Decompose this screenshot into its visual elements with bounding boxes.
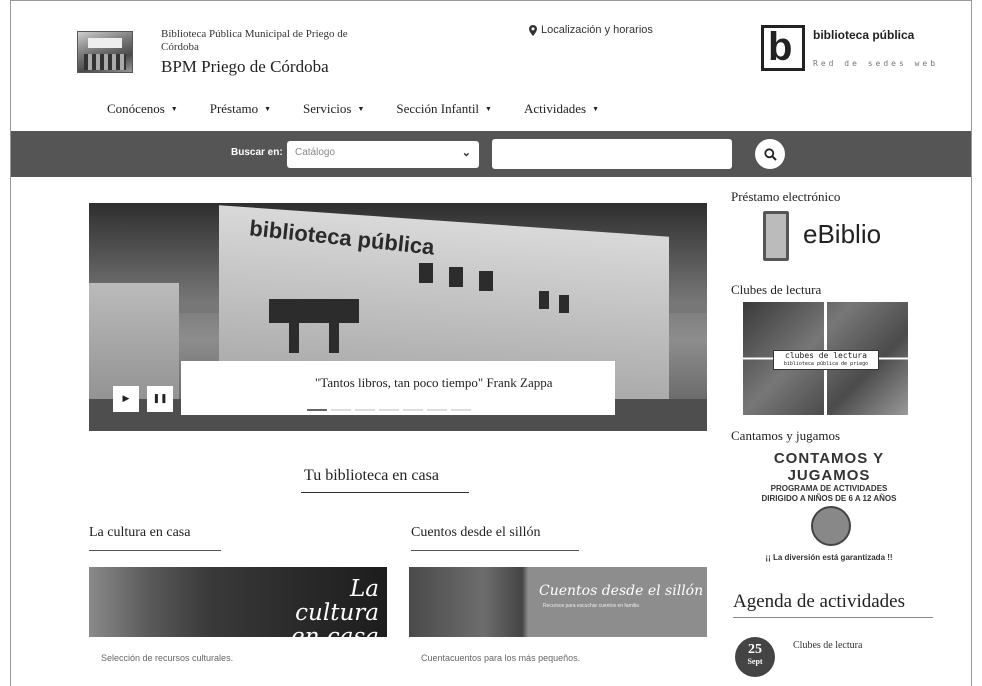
cantamos-line2: DIRIGIDO A NIÑOS DE 6 A 12 AÑOS — [761, 494, 897, 503]
carousel-dot[interactable] — [379, 409, 399, 411]
cultura-en-casa-banner[interactable]: La cultura en casa — [89, 567, 387, 637]
brand-title: biblioteca pública — [813, 28, 915, 42]
cantamos-jugamos-heading: Cantamos y jugamos — [731, 428, 841, 443]
carousel-dot[interactable] — [403, 409, 423, 411]
agenda-divider — [733, 617, 933, 618]
ebiblio-logo-text: eBiblio — [803, 219, 882, 249]
cantamos-headline: CONTAMOS Y JUGAMOS — [773, 450, 885, 484]
clubes-image-label: clubes de lectura biblioteca pública de … — [773, 350, 879, 370]
cantamos-line1: PROGRAMA DE ACTIVIDADES — [770, 484, 888, 493]
section-title-underline — [301, 492, 469, 493]
chevron-down-icon: ⌄ — [461, 147, 471, 159]
cantamos-footer: ¡¡ La diversión está garantizada !! — [765, 553, 893, 562]
hero-window — [289, 323, 299, 353]
nav-label: Servicios — [303, 101, 352, 116]
map-pin-icon — [529, 24, 537, 36]
banner-script-text: Cuentos desde el sillón — [539, 583, 704, 599]
banner-subtext: Recursos para escuchar cuentos en famili… — [543, 603, 639, 609]
carousel-indicators — [307, 409, 471, 411]
nav-item-actividades[interactable]: Actividades ▼ — [524, 101, 599, 117]
nav-label: Sección Infantil — [396, 101, 480, 116]
ebiblio-logo-link[interactable]: eBiblio — [763, 211, 893, 263]
agenda-item-link[interactable]: Clubes de lectura — [793, 640, 862, 651]
banner-line2: en casa — [291, 624, 379, 637]
caret-down-icon: ▼ — [170, 105, 178, 113]
date-day: 25 — [748, 642, 762, 657]
location-link[interactable]: Localización y horarios — [529, 24, 653, 36]
clubes-lectura-image[interactable]: clubes de lectura biblioteca pública de … — [743, 302, 908, 415]
page: Biblioteca Pública Municipal de Priego d… — [10, 0, 972, 686]
agenda-heading: Agenda de actividades — [733, 591, 905, 612]
heading-underline — [89, 550, 221, 551]
search-icon — [763, 147, 777, 161]
caret-down-icon: ▼ — [485, 105, 492, 113]
site-subtitle: Biblioteca Pública Municipal de Priego d… — [161, 28, 348, 53]
brand-letter: b — [768, 25, 793, 69]
cantamos-jugamos-image[interactable]: CONTAMOS Y JUGAMOS PROGRAMA DE ACTIVIDAD… — [743, 448, 915, 566]
pause-button[interactable]: ❚❚ — [147, 386, 173, 412]
cultura-en-casa-heading[interactable]: La cultura en casa — [89, 525, 190, 541]
carousel-dot[interactable] — [331, 409, 351, 411]
site-title[interactable]: BPM Priego de Córdoba — [161, 57, 329, 77]
hero-window — [419, 263, 433, 283]
clubes-image-subtext: biblioteca pública de priego — [783, 361, 869, 367]
play-button[interactable]: ▶ — [113, 386, 139, 412]
banner-line1: La cultura — [295, 576, 379, 626]
main-nav: Conócenos ▼ Préstamo ▼ Servicios ▼ Sección … — [107, 101, 599, 117]
search-scope-value: Catálogo — [295, 147, 336, 158]
search-scope-label: Buscar en: — [231, 147, 283, 158]
nav-label: Actividades — [523, 101, 587, 116]
clubes-image-text: clubes de lectura — [785, 351, 867, 360]
hero-window — [479, 271, 493, 291]
date-badge: 25 Sept — [735, 637, 775, 677]
carousel-dot[interactable] — [355, 409, 375, 411]
clubes-lectura-heading: Clubes de lectura — [731, 282, 822, 297]
pause-icon: ❚❚ — [152, 394, 168, 404]
banner-script-text: La cultura en casa — [259, 577, 379, 637]
cultura-description: Selección de recursos culturales. — [101, 653, 234, 663]
search-input[interactable] — [492, 139, 732, 169]
location-link-label: Localización y horarios — [541, 24, 653, 36]
nav-item-prestamo[interactable]: Préstamo ▼ — [210, 101, 271, 117]
nav-item-seccion-infantil[interactable]: Sección Infantil ▼ — [396, 101, 492, 117]
search-scope-select[interactable]: Catálogo ⌄ — [287, 141, 479, 168]
carousel-dot[interactable] — [307, 409, 327, 411]
hero-carousel[interactable]: biblioteca pública "Tantos libros, tan p… — [89, 203, 707, 431]
search-button[interactable] — [755, 139, 785, 169]
nav-item-servicios[interactable]: Servicios ▼ — [303, 101, 364, 117]
prestamo-electronico-heading: Préstamo electrónico — [731, 189, 841, 204]
section-title: Tu biblioteca en casa — [304, 467, 439, 484]
cuentos-description: Cuentacuentos para los más pequeños. — [421, 653, 581, 663]
child-illustration — [811, 506, 851, 546]
carousel-dot[interactable] — [451, 409, 471, 411]
caret-down-icon: ▼ — [592, 105, 600, 113]
ebook-icon — [763, 211, 789, 261]
play-icon: ▶ — [122, 394, 130, 404]
hero-window — [269, 299, 359, 323]
carousel-dot[interactable] — [427, 409, 447, 411]
cuentos-sillon-heading[interactable]: Cuentos desde el sillón — [411, 525, 541, 541]
library-photo-logo[interactable] — [77, 31, 133, 73]
nav-label: Préstamo — [209, 101, 259, 116]
cuentos-sillon-banner[interactable]: Cuentos desde el sillón Recursos para es… — [409, 567, 707, 637]
hero-window — [329, 323, 339, 353]
biblioteca-publica-logo[interactable]: b — [761, 25, 805, 71]
search-bar: Buscar en: Catálogo ⌄ — [11, 131, 971, 177]
nav-label: Conócenos — [107, 101, 165, 116]
brand-subtitle: Red de sedes web — [813, 59, 939, 68]
hero-window — [539, 291, 549, 309]
heading-underline — [411, 550, 579, 551]
date-month: Sept — [747, 657, 763, 666]
hero-caption: "Tantos libros, tan poco tiempo" Frank Z… — [181, 361, 615, 415]
hero-caption-text: "Tantos libros, tan poco tiempo" Frank Z… — [315, 375, 553, 390]
hero-window — [449, 267, 463, 287]
nav-item-conocenos[interactable]: Conócenos ▼ — [107, 101, 178, 117]
caret-down-icon: ▼ — [264, 105, 272, 113]
hero-window — [559, 295, 569, 313]
caret-down-icon: ▼ — [357, 105, 365, 113]
